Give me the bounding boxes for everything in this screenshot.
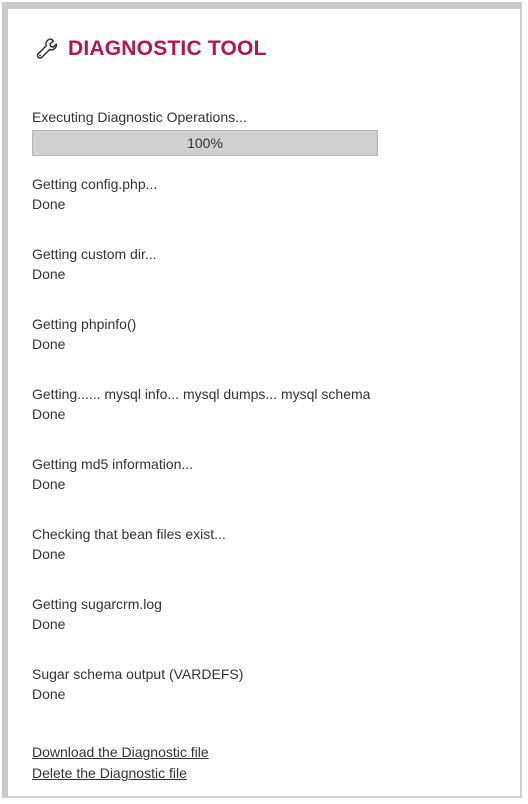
- step-status: Done: [32, 336, 66, 352]
- step-status: Done: [32, 196, 66, 212]
- step-label: Getting custom dir...: [32, 246, 157, 262]
- step-list: Getting config.php... Done Getting custo…: [32, 174, 512, 734]
- step-item: Getting custom dir... Done: [32, 244, 512, 314]
- step-item: Sugar schema output (VARDEFS) Done: [32, 664, 512, 734]
- page-title: DIAGNOSTIC TOOL: [68, 37, 267, 60]
- step-label: Getting config.php...: [32, 176, 158, 192]
- step-item: Checking that bean files exist... Done: [32, 524, 512, 594]
- download-diagnostic-link[interactable]: Download the Diagnostic file: [32, 742, 209, 763]
- step-status: Done: [32, 616, 66, 632]
- step-item: Getting sugarcrm.log Done: [32, 594, 512, 664]
- delete-diagnostic-link[interactable]: Delete the Diagnostic file: [32, 763, 209, 784]
- step-status: Done: [32, 686, 66, 702]
- execution-label: Executing Diagnostic Operations...: [32, 109, 247, 125]
- step-status: Done: [32, 476, 66, 492]
- step-status: Done: [32, 546, 66, 562]
- progress-bar: 100%: [32, 130, 378, 156]
- step-label: Getting sugarcrm.log: [32, 596, 162, 612]
- file-links: Download the Diagnostic file Delete the …: [32, 742, 209, 784]
- panel-header: DIAGNOSTIC TOOL: [34, 33, 267, 65]
- diagnostic-panel: DIAGNOSTIC TOOL Executing Diagnostic Ope…: [2, 2, 522, 798]
- step-status: Done: [32, 406, 66, 422]
- step-label: Getting phpinfo(): [32, 316, 137, 332]
- step-label: Checking that bean files exist...: [32, 526, 226, 542]
- wrench-icon: [34, 36, 60, 62]
- step-label: Getting md5 information...: [32, 456, 194, 472]
- step-item: Getting config.php... Done: [32, 174, 512, 244]
- step-label: Sugar schema output (VARDEFS): [32, 666, 244, 682]
- step-item: Getting phpinfo() Done: [32, 314, 512, 384]
- step-item: Getting md5 information... Done: [32, 454, 512, 524]
- step-label: Getting...... mysql info... mysql dumps.…: [32, 386, 371, 402]
- step-item: Getting...... mysql info... mysql dumps.…: [32, 384, 512, 454]
- progress-percent: 100%: [187, 135, 223, 151]
- step-status: Done: [32, 266, 66, 282]
